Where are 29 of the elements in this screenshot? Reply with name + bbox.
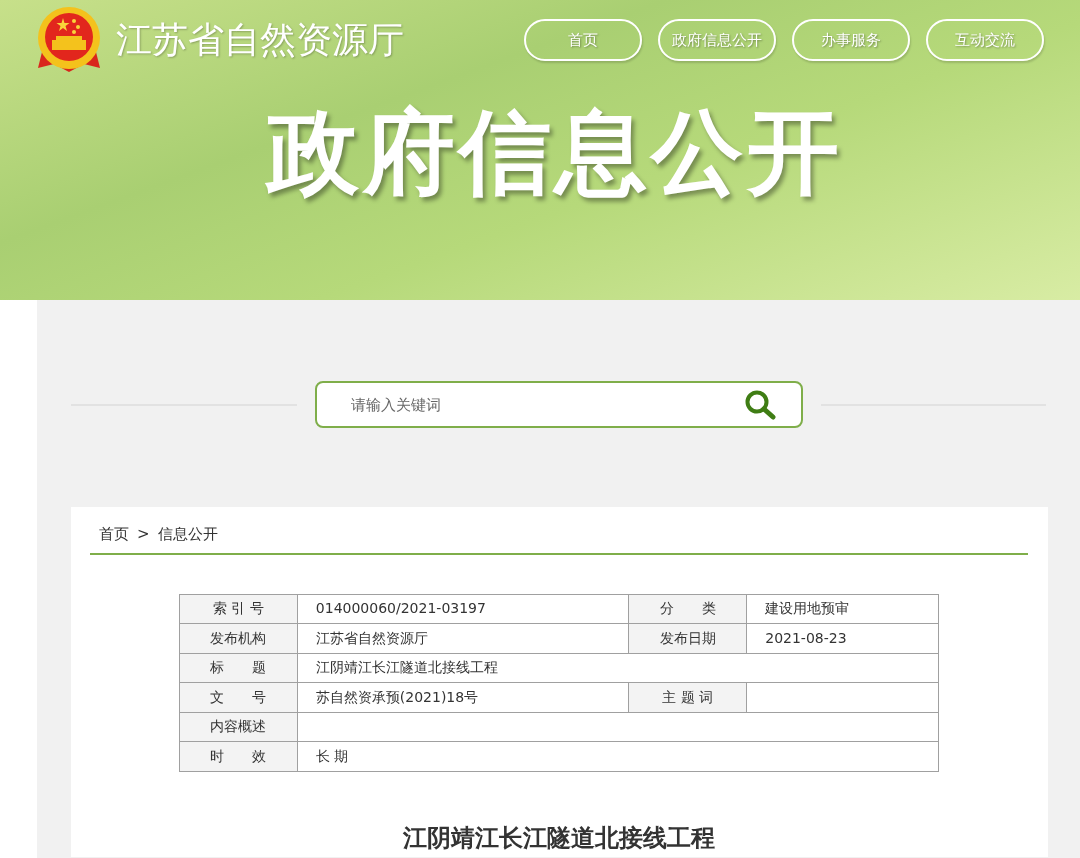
breadcrumb-current: 信息公开 — [157, 524, 218, 545]
search-field[interactable]: 请输入关键词 — [314, 381, 803, 428]
field-value: 014000060/2021-03197 — [297, 594, 629, 624]
banner-title: 政府信息公开 — [264, 102, 844, 204]
field-label: 发布日期 — [628, 623, 747, 653]
field-value: 长 期 — [297, 741, 939, 771]
site-title: 江苏省自然资源厅 — [116, 18, 404, 62]
field-label: 主 题 词 — [628, 682, 747, 712]
nav-button[interactable]: 首页 — [524, 19, 642, 61]
breadcrumb-separator: > — [137, 524, 150, 545]
nav-button[interactable]: 互动交流 — [926, 19, 1044, 61]
field-value: 2021-08-23 — [746, 623, 939, 653]
nav-button[interactable]: 办事服务 — [792, 19, 910, 61]
field-value: 苏自然资承预(2021)18号 — [297, 682, 629, 712]
breadcrumb-link[interactable]: 首页 — [99, 523, 129, 546]
field-label: 文 号 — [179, 682, 298, 712]
search-icon[interactable] — [744, 390, 777, 420]
field-value: 建设用地预审 — [746, 594, 939, 624]
national-emblem-icon — [36, 6, 102, 74]
nav-button[interactable]: 政府信息公开 — [658, 19, 776, 61]
field-label: 时 效 — [179, 741, 298, 771]
field-label: 分 类 — [628, 594, 747, 624]
field-value: 江阴靖江长江隧道北接线工程 — [297, 653, 939, 683]
field-label: 索 引 号 — [179, 594, 298, 624]
field-label: 发布机构 — [179, 623, 298, 653]
article-title: 江阴靖江长江隧道北接线工程 — [402, 822, 716, 854]
field-label: 标 题 — [179, 653, 298, 683]
field-value: 江苏省自然资源厅 — [297, 623, 629, 653]
field-label: 内容概述 — [179, 712, 298, 742]
